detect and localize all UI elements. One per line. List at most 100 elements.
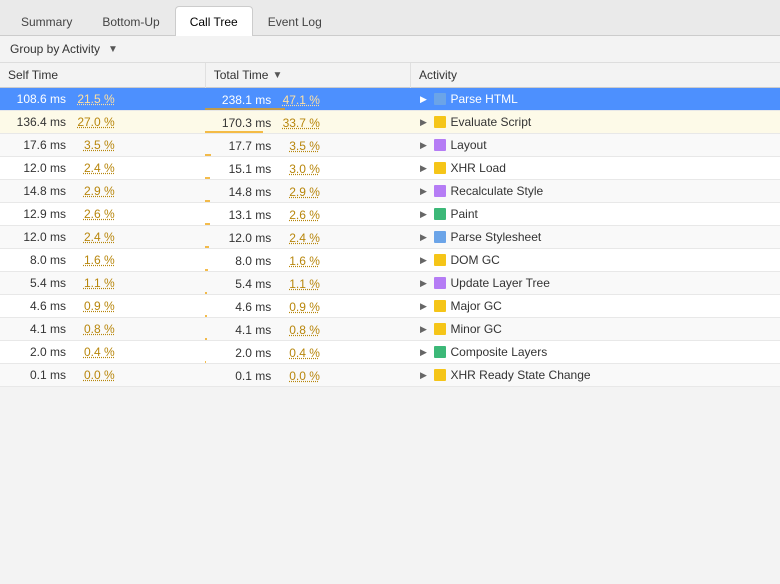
activity-cell: ▶ DOM GC <box>411 249 780 272</box>
activity-cell: ▶ Minor GC <box>411 318 780 341</box>
expand-arrow-icon[interactable]: ▶ <box>419 94 429 105</box>
expand-arrow-icon[interactable]: ▶ <box>419 370 429 381</box>
total-time-cell: 170.3 ms 33.7 % <box>205 111 410 134</box>
tab-event-log[interactable]: Event Log <box>253 6 337 36</box>
table-row[interactable]: 12.0 ms 2.4 %12.0 ms 2.4 % ▶ Parse Style… <box>0 226 780 249</box>
activity-color-dot <box>434 116 446 128</box>
total-time-cell: 4.1 ms 0.8 % <box>205 318 410 341</box>
activity-name-label: Composite Layers <box>451 345 548 359</box>
activity-name-label: XHR Ready State Change <box>451 368 591 382</box>
table-row[interactable]: 4.6 ms 0.9 %4.6 ms 0.9 % ▶ Major GC <box>0 295 780 318</box>
tab-bottom-up[interactable]: Bottom-Up <box>87 6 174 36</box>
table-header-row: Self Time Total Time ▼ Activity <box>0 63 780 88</box>
activity-name-label: Evaluate Script <box>451 115 532 129</box>
tab-summary[interactable]: Summary <box>6 6 87 36</box>
activity-name-label: DOM GC <box>451 253 500 267</box>
table-row[interactable]: 12.9 ms 2.6 %13.1 ms 2.6 % ▶ Paint <box>0 203 780 226</box>
total-time-cell: 17.7 ms 3.5 % <box>205 134 410 157</box>
total-time-cell: 2.0 ms 0.4 % <box>205 341 410 364</box>
expand-arrow-icon[interactable]: ▶ <box>419 232 429 243</box>
expand-arrow-icon[interactable]: ▶ <box>419 163 429 174</box>
group-by-row: Group by Activity ▼ <box>0 36 780 63</box>
activity-cell: ▶ Major GC <box>411 295 780 318</box>
activity-name-label: Recalculate Style <box>451 184 544 198</box>
self-time-cell: 8.0 ms 1.6 % <box>0 249 205 272</box>
expand-arrow-icon[interactable]: ▶ <box>419 278 429 289</box>
dropdown-arrow-icon[interactable]: ▼ <box>108 44 118 55</box>
call-tree-table: Self Time Total Time ▼ Activity 108.6 ms… <box>0 63 780 387</box>
total-time-cell: 12.0 ms 2.4 % <box>205 226 410 249</box>
table-row[interactable]: 2.0 ms 0.4 %2.0 ms 0.4 % ▶ Composite Lay… <box>0 341 780 364</box>
total-time-cell: 13.1 ms 2.6 % <box>205 203 410 226</box>
table-row[interactable]: 12.0 ms 2.4 %15.1 ms 3.0 % ▶ XHR Load <box>0 157 780 180</box>
total-time-cell: 14.8 ms 2.9 % <box>205 180 410 203</box>
activity-cell: ▶ Paint <box>411 203 780 226</box>
activity-name-label: Major GC <box>451 299 502 313</box>
self-time-header[interactable]: Self Time <box>0 63 205 88</box>
activity-cell: ▶ Layout <box>411 134 780 157</box>
expand-arrow-icon[interactable]: ▶ <box>419 255 429 266</box>
self-time-cell: 12.9 ms 2.6 % <box>0 203 205 226</box>
table-row[interactable]: 17.6 ms 3.5 %17.7 ms 3.5 % ▶ Layout <box>0 134 780 157</box>
table-row[interactable]: 4.1 ms 0.8 %4.1 ms 0.8 % ▶ Minor GC <box>0 318 780 341</box>
activity-name-label: Update Layer Tree <box>451 276 550 290</box>
self-time-cell: 14.8 ms 2.9 % <box>0 180 205 203</box>
self-time-cell: 108.6 ms 21.5 % <box>0 88 205 111</box>
total-time-cell: 8.0 ms 1.6 % <box>205 249 410 272</box>
table-row[interactable]: 108.6 ms 21.5 %238.1 ms 47.1 % ▶ Parse H… <box>0 88 780 111</box>
activity-cell: ▶ XHR Load <box>411 157 780 180</box>
activity-name-label: Parse Stylesheet <box>451 230 542 244</box>
activity-name-label: Parse HTML <box>451 92 518 106</box>
expand-arrow-icon[interactable]: ▶ <box>419 140 429 151</box>
table-row[interactable]: 14.8 ms 2.9 %14.8 ms 2.9 % ▶ Recalculate… <box>0 180 780 203</box>
activity-cell: ▶ Evaluate Script <box>411 111 780 134</box>
activity-name-label: Layout <box>451 138 487 152</box>
sort-arrow-icon: ▼ <box>272 70 282 81</box>
activity-color-dot <box>434 346 446 358</box>
self-time-cell: 17.6 ms 3.5 % <box>0 134 205 157</box>
activity-color-dot <box>434 277 446 289</box>
activity-name-label: XHR Load <box>451 161 506 175</box>
self-time-cell: 2.0 ms 0.4 % <box>0 341 205 364</box>
self-time-cell: 12.0 ms 2.4 % <box>0 226 205 249</box>
table-row[interactable]: 136.4 ms 27.0 %170.3 ms 33.7 % ▶ Evaluat… <box>0 111 780 134</box>
activity-color-dot <box>434 300 446 312</box>
activity-cell: ▶ Parse Stylesheet <box>411 226 780 249</box>
activity-color-dot <box>434 93 446 105</box>
total-time-cell: 0.1 ms 0.0 % <box>205 364 410 387</box>
activity-name-label: Paint <box>451 207 478 221</box>
self-time-cell: 4.1 ms 0.8 % <box>0 318 205 341</box>
activity-color-dot <box>434 162 446 174</box>
expand-arrow-icon[interactable]: ▶ <box>419 186 429 197</box>
activity-header[interactable]: Activity <box>411 63 780 88</box>
total-time-cell: 238.1 ms 47.1 % <box>205 88 410 111</box>
expand-arrow-icon[interactable]: ▶ <box>419 347 429 358</box>
table-row[interactable]: 8.0 ms 1.6 %8.0 ms 1.6 % ▶ DOM GC <box>0 249 780 272</box>
activity-cell: ▶ Parse HTML <box>411 88 780 111</box>
expand-arrow-icon[interactable]: ▶ <box>419 301 429 312</box>
expand-arrow-icon[interactable]: ▶ <box>419 117 429 128</box>
activity-color-dot <box>434 208 446 220</box>
activity-color-dot <box>434 369 446 381</box>
activity-name-label: Minor GC <box>451 322 502 336</box>
activity-color-dot <box>434 323 446 335</box>
self-time-cell: 0.1 ms 0.0 % <box>0 364 205 387</box>
total-time-cell: 4.6 ms 0.9 % <box>205 295 410 318</box>
table-row[interactable]: 0.1 ms 0.0 %0.1 ms 0.0 % ▶ XHR Ready Sta… <box>0 364 780 387</box>
activity-color-dot <box>434 139 446 151</box>
tab-call-tree[interactable]: Call Tree <box>175 6 253 36</box>
activity-cell: ▶ Recalculate Style <box>411 180 780 203</box>
activity-cell: ▶ XHR Ready State Change <box>411 364 780 387</box>
activity-cell: ▶ Composite Layers <box>411 341 780 364</box>
total-time-header[interactable]: Total Time ▼ <box>205 63 410 88</box>
self-time-cell: 4.6 ms 0.9 % <box>0 295 205 318</box>
table-row[interactable]: 5.4 ms 1.1 %5.4 ms 1.1 % ▶ Update Layer … <box>0 272 780 295</box>
self-time-cell: 5.4 ms 1.1 % <box>0 272 205 295</box>
expand-arrow-icon[interactable]: ▶ <box>419 209 429 220</box>
activity-color-dot <box>434 254 446 266</box>
activity-color-dot <box>434 185 446 197</box>
expand-arrow-icon[interactable]: ▶ <box>419 324 429 335</box>
total-time-cell: 15.1 ms 3.0 % <box>205 157 410 180</box>
self-time-cell: 136.4 ms 27.0 % <box>0 111 205 134</box>
group-by-label: Group by Activity <box>10 42 100 56</box>
